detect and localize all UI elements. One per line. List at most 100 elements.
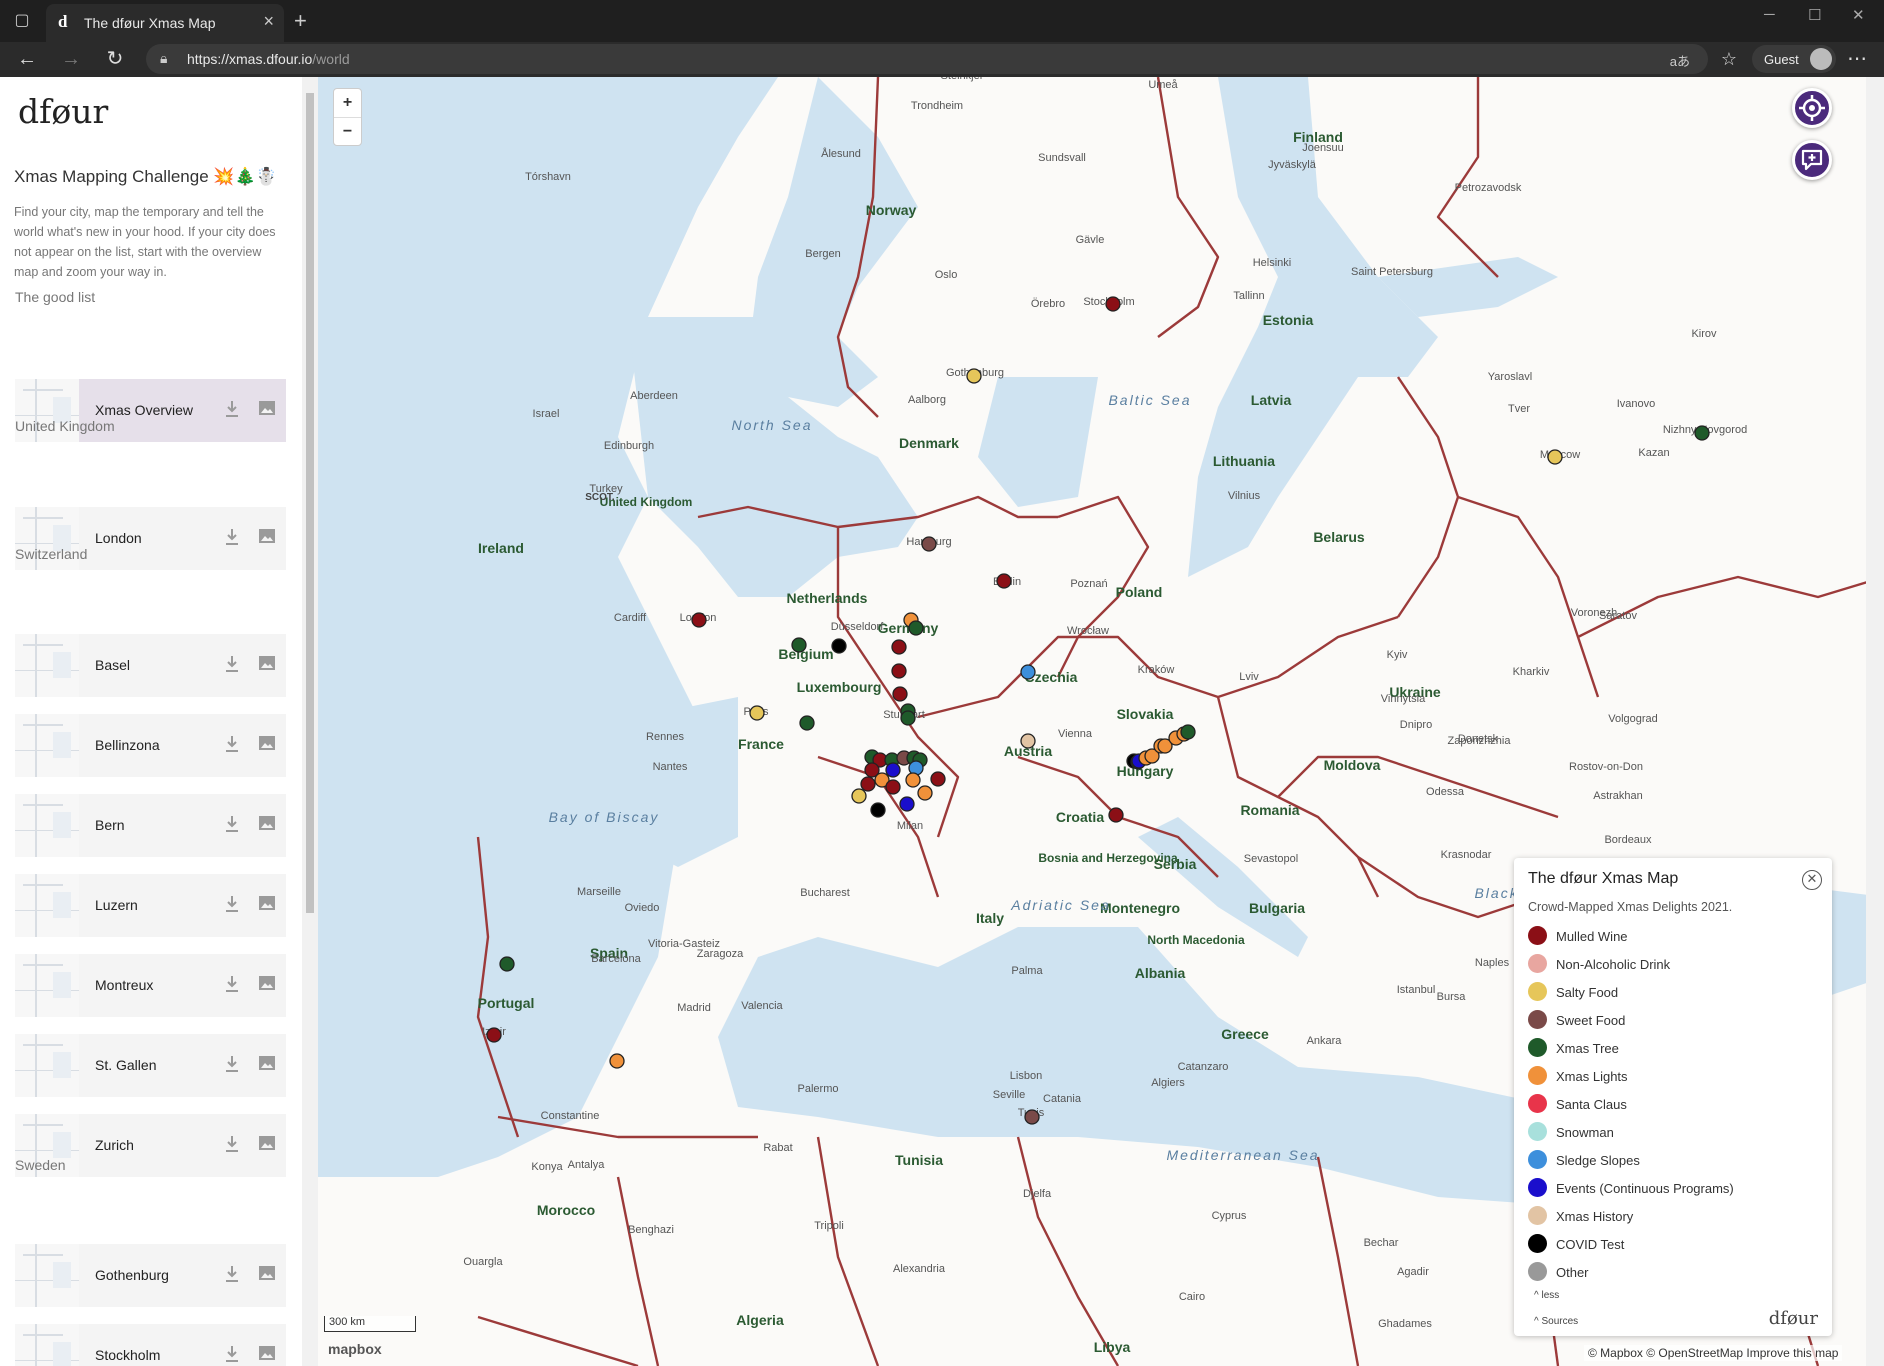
download-icon[interactable] [223,654,241,674]
maximize-icon[interactable]: ☐ [1808,6,1821,24]
poi-marker [930,771,946,787]
city-label: Nantes [653,761,688,773]
image-icon[interactable] [258,815,276,831]
forward-icon[interactable]: → [56,44,86,74]
scale-bar: 300 km [324,1316,416,1332]
add-feedback-button[interactable] [1792,140,1832,180]
sidebar-scrollbar[interactable] [302,77,318,1366]
city-label: Yaroslavl [1488,371,1532,383]
image-icon[interactable] [258,655,276,671]
city-label: Trondheim [911,100,963,112]
city-label: Cyprus [1212,1210,1247,1222]
city-label: Astrakhan [1593,790,1643,802]
map-scrollbar[interactable] [1866,77,1884,1366]
map-attribution[interactable]: © Mapbox © OpenStreetMap Improve this ma… [1584,1345,1843,1361]
image-icon[interactable] [258,400,276,416]
map-card[interactable]: Luzern [15,874,286,937]
brand-logo[interactable]: dføur [18,92,108,131]
country-label: Albania [1135,965,1186,981]
image-icon[interactable] [258,975,276,991]
download-icon[interactable] [223,1264,241,1284]
map-card[interactable]: Bellinzona [15,714,286,777]
map-card[interactable]: Gothenburg [15,1244,286,1307]
map-card[interactable]: Montreux [15,954,286,1017]
close-icon[interactable]: ✕ [1802,870,1822,890]
country-label: Croatia [1056,809,1104,825]
download-icon[interactable] [223,1344,241,1364]
city-label: Bucharest [800,887,850,899]
reload-icon[interactable]: ↻ [100,44,130,74]
city-label: Ivanovo [1617,398,1656,410]
city-label: Aberdeen [630,390,678,402]
poi-marker [799,715,815,731]
map-thumbnail [15,714,79,777]
poi-marker [1024,1109,1040,1125]
country-border [816,1136,880,1366]
download-icon[interactable] [223,734,241,754]
city-label: Milan [897,820,923,832]
read-aloud-icon[interactable]: aあ [1670,51,1690,70]
nav-bar: ← → ↻ 🔒︎ https://xmas.dfour.io/world aあ … [0,42,1884,77]
poi-marker [851,788,867,804]
mapbox-logo[interactable]: mapbox [328,1341,382,1357]
poi-marker [892,686,908,702]
city-label: Agadir [1397,1266,1429,1278]
zoom-in-button[interactable]: + [334,89,361,117]
map-card[interactable]: Stockholm [15,1324,286,1366]
browser-chrome: ▢ d The dføur Xmas Map × + ─ ☐ ✕ ← → ↻ 🔒… [0,0,1884,77]
map-card[interactable]: St. Gallen [15,1034,286,1097]
download-icon[interactable] [223,814,241,834]
download-icon[interactable] [223,1134,241,1154]
lock-icon: 🔒︎ [160,50,168,66]
city-label: Ankara [1307,1035,1343,1047]
city-label: Seville [993,1089,1025,1101]
download-icon[interactable] [223,894,241,914]
back-icon[interactable]: ← [12,44,42,74]
download-icon[interactable] [223,399,241,419]
city-label: Dnipro [1400,719,1432,731]
close-window-icon[interactable]: ✕ [1852,6,1865,24]
locate-button[interactable] [1792,88,1832,128]
favorites-icon[interactable]: ☆ [1714,44,1744,74]
download-icon[interactable] [223,1054,241,1074]
map-card[interactable]: Bern [15,794,286,857]
legend-panel: The dføur Xmas Map ✕ Crowd-Mapped Xmas D… [1514,858,1832,1336]
city-label: Bursa [1437,991,1467,1003]
minimize-icon[interactable]: ─ [1764,6,1775,23]
map-thumbnail [15,954,79,1017]
city-label: Volgograd [1608,713,1658,725]
profile-button[interactable]: Guest [1752,45,1836,73]
image-icon[interactable] [258,735,276,751]
image-icon[interactable] [258,1265,276,1281]
city-label: Algiers [1151,1077,1185,1089]
map-card[interactable]: Basel [15,634,286,697]
legend-swatch [1528,1150,1547,1169]
browser-tab[interactable]: d The dføur Xmas Map × [46,4,284,42]
image-icon[interactable] [258,1135,276,1151]
legend-brand: dføur [1768,1308,1818,1329]
country-label: Moldova [1324,757,1381,773]
sea-label: Mediterranean Sea [1166,1147,1319,1163]
city-label: SCOT. [585,492,615,503]
download-icon[interactable] [223,527,241,547]
image-icon[interactable] [258,1055,276,1071]
image-icon[interactable] [258,895,276,911]
download-icon[interactable] [223,974,241,994]
legend-swatch [1528,954,1547,973]
country-label: Serbia [1154,856,1197,872]
sea-label: North Sea [731,417,812,433]
less-toggle[interactable]: ^ less [1534,1290,1559,1301]
more-icon[interactable]: ⋯ [1842,44,1872,74]
country-label: Luxembourg [797,679,882,695]
legend-label: Events (Continuous Programs) [1556,1181,1734,1196]
tab-actions-icon[interactable]: ▢ [10,10,34,32]
poi-marker [609,1053,625,1069]
new-tab-icon[interactable]: + [294,8,307,34]
address-bar[interactable]: 🔒︎ https://xmas.dfour.io/world aあ [146,44,1708,74]
image-icon[interactable] [258,528,276,544]
close-tab-icon[interactable]: × [263,11,274,32]
city-label: Vinnytsia [1381,693,1426,705]
image-icon[interactable] [258,1345,276,1361]
sources-toggle[interactable]: ^ Sources [1534,1316,1578,1327]
zoom-out-button[interactable]: − [334,117,361,145]
